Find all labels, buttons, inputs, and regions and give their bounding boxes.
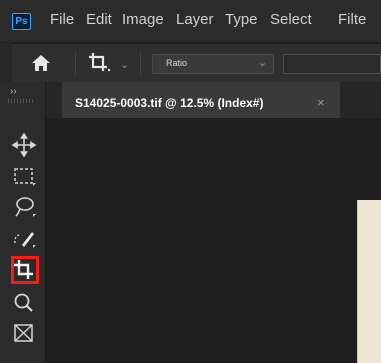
- document-tab-title: S14025-0003.tif @ 12.5% (Index#): [75, 96, 264, 110]
- crop-preset-chevron-down-icon[interactable]: ⌄: [120, 58, 130, 71]
- menu-file[interactable]: File: [50, 11, 74, 28]
- menu-filter[interactable]: Filte: [338, 11, 366, 28]
- crop-tool-preset-icon[interactable]: [86, 50, 112, 76]
- home-icon[interactable]: [30, 52, 52, 74]
- options-divider: [75, 51, 76, 75]
- selected-tool-highlight: [11, 256, 39, 284]
- rect-marquee-icon[interactable]: [11, 163, 37, 189]
- options-bar-grip[interactable]: [0, 43, 12, 82]
- chevron-down-icon: ⌄: [258, 57, 268, 69]
- zoom-icon[interactable]: [11, 290, 37, 316]
- quick-selection-icon[interactable]: [11, 225, 37, 251]
- close-icon[interactable]: ×: [317, 95, 325, 110]
- lasso-icon[interactable]: [11, 194, 37, 220]
- menu-image[interactable]: Image: [122, 11, 164, 28]
- panel-grip[interactable]: [8, 99, 34, 103]
- document-image[interactable]: [357, 200, 381, 363]
- canvas-area[interactable]: [46, 118, 381, 363]
- move-icon[interactable]: [11, 132, 37, 158]
- expand-panel-icon[interactable]: ››: [10, 86, 17, 97]
- ratio-select-value: Ratio: [166, 58, 188, 68]
- menu-select[interactable]: Select: [270, 11, 312, 28]
- frame-icon[interactable]: [11, 320, 37, 346]
- menu-edit[interactable]: Edit: [86, 11, 112, 28]
- menu-type[interactable]: Type: [225, 11, 258, 28]
- options-divider: [140, 51, 141, 75]
- photoshop-logo[interactable]: Ps: [12, 13, 31, 30]
- menu-layer[interactable]: Layer: [176, 11, 214, 28]
- ratio-width-input[interactable]: [283, 54, 381, 74]
